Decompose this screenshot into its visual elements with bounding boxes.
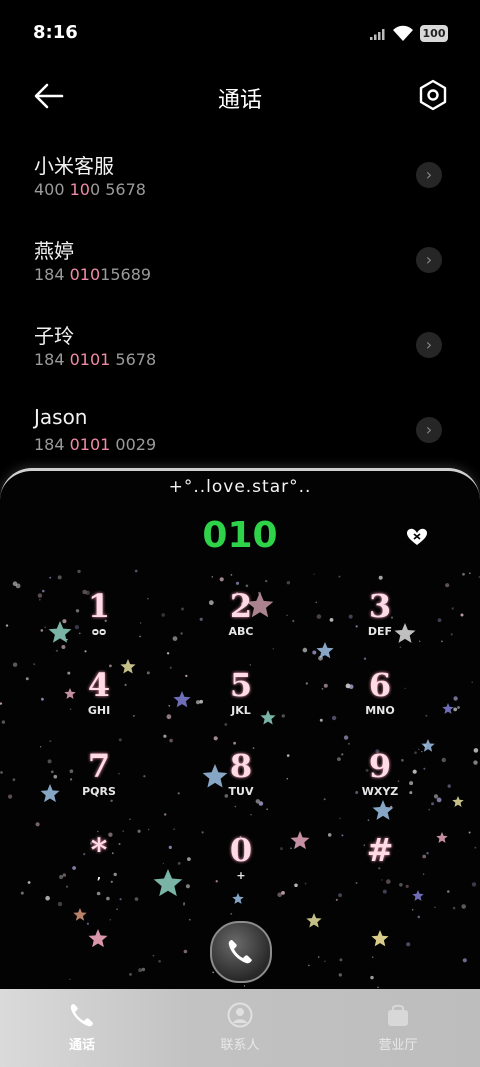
phone-icon [70, 1004, 93, 1027]
dial-key-6[interactable]: 6 MNO [325, 668, 435, 738]
contact-row[interactable]: 燕婷 184 01015689 › [0, 225, 480, 310]
wifi-icon [393, 25, 413, 41]
contact-name: 燕婷 [34, 239, 74, 263]
tab-contacts[interactable]: 联系人 [160, 989, 320, 1067]
dial-key-2[interactable]: 2 ABC [186, 589, 296, 659]
contact-row[interactable]: 小米客服 400 100 5678 › [0, 140, 480, 225]
chevron-right-icon[interactable]: › [416, 247, 442, 273]
contact-number: 400 100 5678 [34, 180, 146, 199]
battery-icon: 100 [420, 25, 448, 42]
status-bar: 8:16 100 [0, 0, 480, 64]
dial-key-3[interactable]: 3 DEF [325, 589, 435, 659]
dial-key-5[interactable]: 5 JKL [186, 668, 296, 738]
dial-key-4[interactable]: 4 GHI [44, 668, 154, 738]
dial-key-7[interactable]: 7 PQRS [44, 749, 154, 819]
tab-label: 通话 [68, 1038, 95, 1053]
shopping-bag-icon [388, 1004, 408, 1026]
contact-name: 小米客服 [34, 154, 114, 178]
contact-name: Jason [34, 405, 88, 429]
tab-label: 营业厅 [378, 1038, 418, 1053]
contact-suggestion-list: 小米客服 400 100 5678 › 燕婷 184 01015689 › 子玲… [0, 140, 480, 480]
person-icon [227, 1002, 253, 1028]
app-header: 通话 [0, 64, 480, 128]
backspace-icon[interactable] [404, 527, 430, 547]
contact-row[interactable]: 子玲 184 0101 5678 › [0, 310, 480, 395]
signal-icon [370, 29, 385, 40]
tab-calls[interactable]: 通话 [2, 989, 162, 1067]
chevron-right-icon[interactable]: › [416, 417, 442, 443]
dial-key-8[interactable]: 8 TUV [186, 749, 296, 819]
theme-label: +°..love.star°.. [168, 477, 312, 497]
dial-key-hash[interactable]: # [325, 833, 435, 903]
contact-name: 子玲 [34, 324, 74, 348]
contact-number: 184 0101 5678 [34, 350, 157, 369]
chevron-right-icon[interactable]: › [416, 332, 442, 358]
dial-key-1[interactable]: 1 ᴑᴑ [44, 589, 154, 659]
tab-business-hall[interactable]: 营业厅 [318, 989, 478, 1067]
call-button[interactable] [210, 921, 272, 983]
page-title: 通话 [217, 88, 262, 113]
dial-key-9[interactable]: 9 WXYZ [325, 749, 435, 819]
dial-key-0[interactable]: 0 + [186, 833, 296, 903]
contact-number: 184 01015689 [34, 265, 152, 284]
dial-key-star[interactable]: *, [44, 833, 154, 903]
bottom-tab-bar: 通话 联系人 营业厅 [0, 989, 480, 1067]
chevron-right-icon[interactable]: › [416, 162, 442, 188]
settings-gear-icon[interactable] [416, 78, 450, 112]
phone-call-icon [228, 940, 252, 964]
status-time: 8:16 [33, 22, 78, 43]
tab-label: 联系人 [220, 1038, 260, 1053]
contact-number: 184 0101 0029 [34, 435, 157, 454]
dialpad-panel: +°..love.star°.. 010 1 ᴑᴑ 2 ABC 3 DEF 4 GHI … [0, 468, 480, 1001]
